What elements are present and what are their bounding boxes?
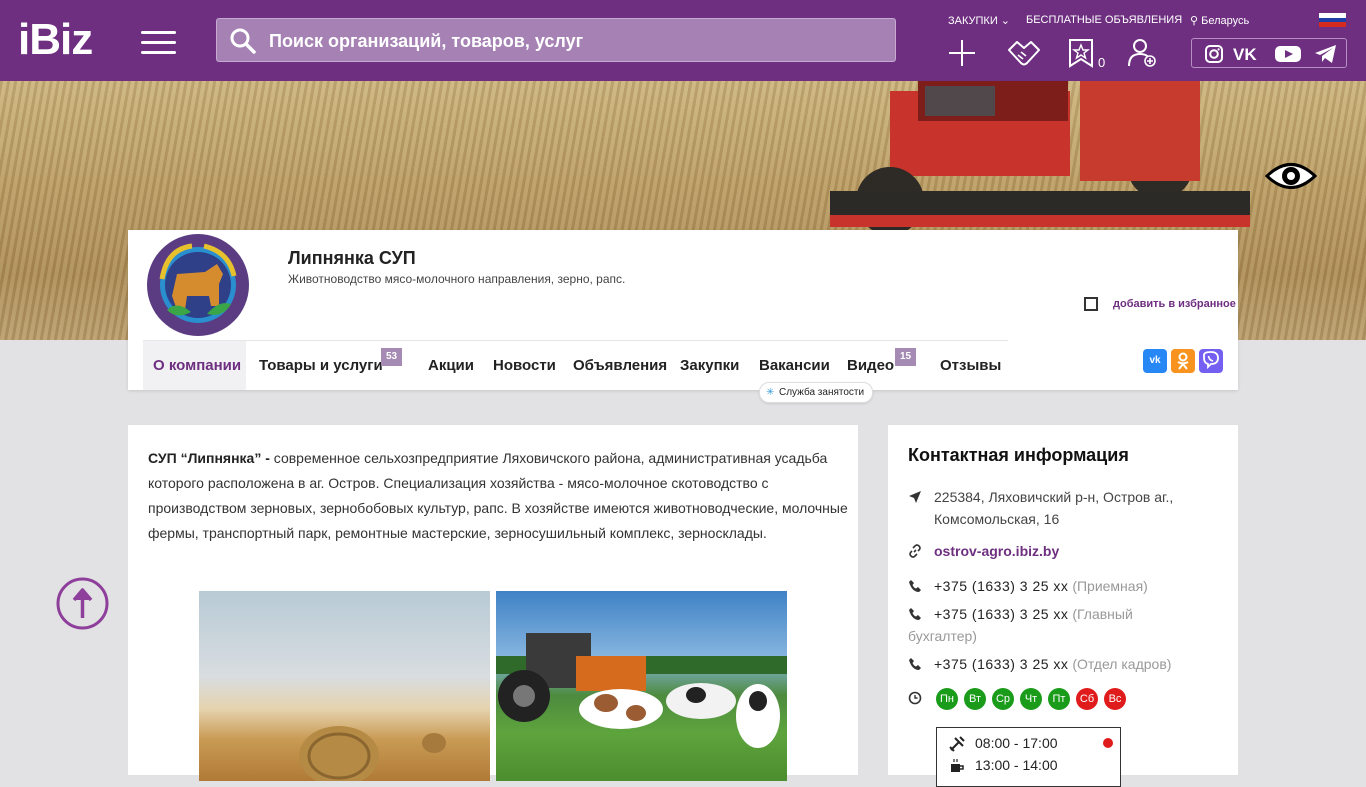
phone-icon bbox=[909, 658, 921, 670]
hay-bales-photo[interactable] bbox=[199, 591, 490, 781]
clock-icon bbox=[908, 691, 922, 705]
odnoklassniki-icon bbox=[1177, 352, 1189, 370]
instagram-icon[interactable] bbox=[1204, 44, 1224, 64]
address-text: 225384, Ляховичский р-н, Остров аг., Ком… bbox=[934, 489, 1174, 527]
location-arrow-icon bbox=[909, 491, 921, 503]
favorites-count: 0 bbox=[1098, 55, 1106, 70]
purchases-link[interactable]: ЗАКУПКИ ⌄ bbox=[948, 14, 1010, 27]
ru-flag-icon[interactable] bbox=[1319, 13, 1346, 27]
work-hours: 08:00 - 17:00 bbox=[975, 735, 1058, 751]
ibiz-logo[interactable]: iBiz bbox=[18, 16, 93, 64]
about-text: СУП “Липнянка” - современное сельхозпред… bbox=[148, 446, 848, 546]
company-description: Животноводство мясо-молочного направлени… bbox=[288, 272, 626, 286]
phone-line: +375 (1633) 3 25 xx (Приемная) bbox=[908, 575, 1218, 597]
share-ok-button[interactable] bbox=[1171, 349, 1195, 373]
company-card: Липнянка СУП Животноводство мясо-молочно… bbox=[128, 230, 1238, 390]
hours-popup: 08:00 - 17:00 13:00 - 14:00 bbox=[936, 727, 1121, 787]
tab-purchases[interactable]: Закупки bbox=[680, 357, 739, 374]
tabs-divider bbox=[143, 340, 1008, 341]
day-thu[interactable]: Чт bbox=[1020, 688, 1042, 710]
company-name: Липнянка СУП bbox=[288, 248, 416, 268]
telegram-icon[interactable] bbox=[1314, 44, 1338, 64]
phone-number[interactable]: +375 (1633) 3 25 xx bbox=[934, 656, 1068, 672]
phone-line: +375 (1633) 3 25 xx (Отдел кадров) bbox=[908, 653, 1218, 675]
social-links: VK bbox=[1191, 38, 1347, 68]
search-input[interactable] bbox=[267, 19, 891, 63]
youtube-icon[interactable] bbox=[1274, 44, 1302, 64]
tab-ads[interactable]: Объявления bbox=[573, 357, 667, 374]
day-sun[interactable]: Вс bbox=[1104, 688, 1126, 710]
top-header: iBiz ЗАКУПКИ ⌄ БЕСПЛАТНЫЕ ОБЪЯВЛЕНИЯ ⚲ Б… bbox=[0, 0, 1366, 81]
tab-promotions[interactable]: Акции bbox=[428, 357, 474, 374]
employment-service-tooltip: ✳ Служба занятости bbox=[759, 382, 874, 403]
phone-note: (Приемная) bbox=[1072, 578, 1148, 594]
tractor-cows-photo[interactable] bbox=[496, 591, 787, 781]
phone-number[interactable]: +375 (1633) 3 25 xx bbox=[934, 606, 1068, 622]
about-lead: СУП “Липнянка” - bbox=[148, 450, 274, 466]
lunch-hours: 13:00 - 14:00 bbox=[975, 757, 1058, 773]
tab-video[interactable]: Видео bbox=[847, 357, 894, 374]
tools-icon bbox=[949, 736, 965, 752]
user-add-icon[interactable] bbox=[1128, 38, 1158, 68]
closed-indicator bbox=[1103, 738, 1113, 748]
phone-number[interactable]: +375 (1633) 3 25 xx bbox=[934, 578, 1068, 594]
website-line: ostrov-agro.ibiz.by bbox=[908, 540, 1059, 562]
about-section: СУП “Липнянка” - современное сельхозпред… bbox=[128, 425, 858, 781]
day-wed[interactable]: Ср bbox=[992, 688, 1014, 710]
star-icon[interactable] bbox=[1068, 38, 1094, 68]
eye-icon[interactable] bbox=[1265, 161, 1317, 191]
tab-reviews[interactable]: Отзывы bbox=[940, 357, 1001, 374]
tab-news[interactable]: Новости bbox=[493, 357, 556, 374]
day-tue[interactable]: Вт bbox=[964, 688, 986, 710]
phone-icon bbox=[909, 580, 921, 592]
phone-note: (Отдел кадров) bbox=[1072, 656, 1172, 672]
contact-title: Контактная информация bbox=[908, 445, 1129, 465]
phone-line: +375 (1633) 3 25 xx (Главный бухгалтер) bbox=[908, 603, 1198, 647]
plus-icon[interactable] bbox=[947, 38, 977, 68]
menu-icon[interactable] bbox=[141, 31, 176, 54]
scroll-to-top-button[interactable] bbox=[56, 577, 109, 630]
contact-panel: Контактная информация 225384, Ляховичски… bbox=[888, 425, 1238, 787]
company-logo bbox=[147, 234, 249, 336]
share-viber-button[interactable] bbox=[1199, 349, 1223, 373]
day-mon[interactable]: Пн bbox=[936, 688, 958, 710]
add-to-favorites-link[interactable]: добавить в избранное bbox=[1113, 298, 1236, 310]
address-line: 225384, Ляховичский р-н, Остров аг., Ком… bbox=[908, 486, 1218, 530]
search-bar[interactable] bbox=[216, 18, 896, 63]
sparkle-icon: ✳ bbox=[766, 387, 775, 398]
tab-vacancies[interactable]: Вакансии bbox=[759, 357, 830, 374]
website-link[interactable]: ostrov-agro.ibiz.by bbox=[908, 540, 1059, 562]
favorite-checkbox[interactable] bbox=[1084, 297, 1098, 311]
products-count-badge: 53 bbox=[381, 348, 403, 366]
viber-icon bbox=[1203, 351, 1219, 370]
handshake-icon[interactable] bbox=[1007, 38, 1041, 68]
video-count-badge: 15 bbox=[895, 348, 917, 366]
svg-text:VK: VK bbox=[1233, 45, 1257, 64]
day-sat[interactable]: Сб bbox=[1076, 688, 1098, 710]
link-icon bbox=[909, 544, 921, 558]
phone-icon bbox=[909, 608, 921, 620]
share-vk-button[interactable]: vk bbox=[1143, 349, 1167, 373]
tab-about[interactable]: О компании bbox=[153, 357, 241, 374]
free-ads-link[interactable]: БЕСПЛАТНЫЕ ОБЪЯВЛЕНИЯ bbox=[1026, 14, 1182, 26]
region-selector[interactable]: ⚲ Беларусь bbox=[1190, 14, 1249, 27]
coffee-cup-icon bbox=[951, 759, 964, 772]
tab-products[interactable]: Товары и услуги bbox=[259, 357, 383, 374]
day-fri[interactable]: Пт bbox=[1048, 688, 1070, 710]
location-pin-icon: ⚲ bbox=[1190, 15, 1199, 27]
search-icon[interactable] bbox=[230, 28, 256, 54]
vk-icon[interactable]: VK bbox=[1232, 44, 1262, 64]
